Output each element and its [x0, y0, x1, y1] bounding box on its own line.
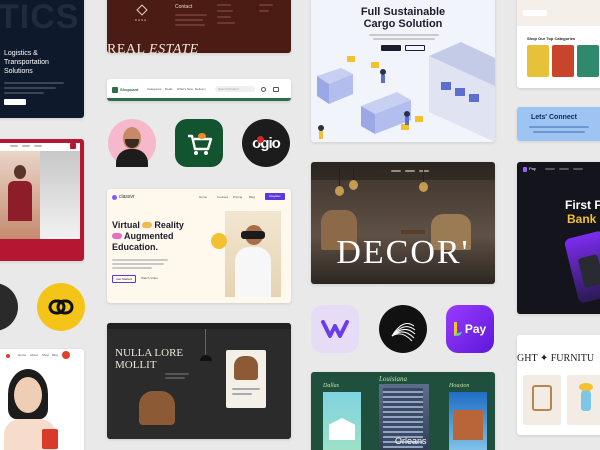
classvr-logo-icon: [112, 195, 117, 200]
portrait-cta-icon[interactable]: [62, 351, 70, 359]
kasa-logo-word: KASA: [135, 18, 148, 22]
vr-photo: [225, 211, 281, 297]
logistics-cta-button[interactable]: [4, 99, 26, 105]
edu-nav-blog[interactable]: Blog: [249, 195, 255, 199]
register-button[interactable]: Register: [265, 193, 285, 200]
shop-link-whats-new[interactable]: What's New: [177, 87, 193, 91]
pay-app-icon[interactable]: Pay: [446, 305, 494, 353]
chair-title-line1: NULLA LORE: [115, 347, 184, 359]
decor-card[interactable]: DECOR': [311, 162, 495, 284]
bank-title-line2: Bank: [567, 212, 597, 226]
chair-product-card[interactable]: [226, 350, 266, 408]
chair-card[interactable]: NULLA LORE MOLLIT: [107, 323, 291, 439]
bank-title-line1: First Fu: [565, 198, 600, 212]
pay-b-icon: [453, 322, 462, 336]
product-tile-vase[interactable]: [567, 375, 600, 425]
portrait-nav-shop[interactable]: Shop: [42, 353, 49, 357]
cart-icon[interactable]: [273, 87, 279, 92]
shell-logo-icon[interactable]: [379, 305, 427, 353]
pendant-lamp-icon: [419, 182, 428, 192]
categories-title: Shop Our Top Categories: [527, 36, 576, 41]
real-estate-card[interactable]: KASA Contact REAL ESTATE: [107, 0, 291, 53]
furniture-card[interactable]: GHT ✦ FURNITU: [517, 335, 600, 435]
portrait-nav-blog[interactable]: Blog: [52, 353, 58, 357]
product-tile-chair[interactable]: [523, 375, 561, 425]
armchair-image: [139, 391, 175, 425]
edu-title-b: Reality: [154, 220, 184, 230]
real-estate-title-a: REAL: [107, 42, 150, 53]
edu-title-a: Virtual: [112, 220, 143, 230]
portrait-nav-home[interactable]: Home: [18, 353, 26, 357]
edu-nav-pricing[interactable]: Pricing: [233, 195, 242, 199]
pendant-lamp-icon: [339, 168, 340, 188]
portrait-logo-icon: [6, 354, 10, 358]
pendant-lamp-icon: [349, 180, 358, 190]
watch-video-button[interactable]: Watch Video: [141, 276, 158, 280]
ogio-logo-text: ogio: [252, 134, 281, 152]
category-tile[interactable]: [527, 45, 549, 77]
city-houston: Houston: [449, 383, 470, 389]
edu-nav-home[interactable]: Home: [199, 195, 207, 199]
connect-card[interactable]: Lets' Connect: [517, 107, 600, 141]
furniture-title: GHT ✦ FURNITU: [517, 353, 595, 364]
pendant-lamp-icon: [205, 329, 206, 355]
chain-link-icon[interactable]: [37, 283, 85, 331]
education-vr-card[interactable]: classvr Home Courses Pricing Blog Regist…: [107, 189, 291, 303]
shopcard-logo-icon: [112, 87, 118, 93]
red-portfolio-card[interactable]: [0, 139, 84, 261]
category-tile[interactable]: [552, 45, 574, 77]
contact-label: Contact: [175, 4, 193, 10]
pay-icon-label: Pay: [464, 322, 487, 336]
architecture-card[interactable]: Dallas Louisiana Houston Orleans: [311, 372, 495, 450]
cargo-card[interactable]: Full Sustainable Cargo Solution: [311, 0, 495, 142]
shopcard-navbar[interactable]: Shopcard Categories Deals What's New Del…: [107, 79, 291, 101]
logistics-bg-word: TICS: [0, 0, 80, 36]
cargo-isometric-illustration: [317, 42, 495, 142]
shop-link-delivery[interactable]: Delivery: [195, 87, 206, 91]
profile-avatar[interactable]: [0, 283, 18, 331]
portrait-nav-about[interactable]: About: [30, 353, 38, 357]
city-dallas: Dallas: [323, 383, 340, 389]
logistics-card[interactable]: TICS Logistics & Transportation Solution…: [0, 0, 84, 118]
ogio-logo-icon[interactable]: ogio: [242, 119, 290, 167]
classvr-logo: classvr: [119, 194, 135, 200]
connect-title: Lets' Connect: [531, 114, 578, 121]
vr-headset-icon: [142, 222, 153, 228]
red-menu-button[interactable]: [70, 143, 76, 149]
shopcard-brand: Shopcard: [120, 87, 139, 92]
bank-logo-icon: [523, 167, 527, 172]
decor-heading: DECOR': [336, 234, 470, 271]
shop-link-categories[interactable]: Categories: [147, 87, 162, 91]
account-icon[interactable]: [261, 87, 266, 92]
category-tile[interactable]: [577, 45, 599, 77]
pendant-lamp-icon: [335, 186, 344, 196]
pendant-lamp-icon: [200, 355, 212, 361]
shop-search-input[interactable]: Search Product: [215, 86, 255, 92]
kasa-logo-icon: [136, 4, 148, 16]
bank-card[interactable]: Pay First Fu Bank: [517, 162, 600, 314]
shop-link-deals[interactable]: Deals: [165, 87, 173, 91]
logistics-title: Logistics & Transportation Solutions: [4, 50, 49, 75]
real-estate-title-b: ESTATE: [149, 42, 199, 53]
student-photo: [0, 151, 40, 239]
edu-title-c: Augmented: [124, 231, 174, 241]
edu-nav-courses[interactable]: Courses: [217, 195, 228, 199]
arrow-icon: [112, 233, 122, 239]
edu-title-d: Education.: [112, 242, 159, 252]
get-started-button[interactable]: Get Started: [112, 275, 136, 283]
woman-photo: [0, 363, 68, 450]
bank-brand: Pay: [529, 166, 536, 171]
city-orleans: Orleans: [395, 436, 427, 446]
portrait-card[interactable]: Home About Shop Blog: [0, 349, 84, 450]
v-logo-icon[interactable]: [311, 305, 359, 353]
cart-logo-icon[interactable]: [175, 119, 223, 167]
chair-title-line2: MOLLIT: [115, 359, 157, 371]
city-louisiana: Louisiana: [379, 375, 408, 383]
categories-card[interactable]: Shop Our Top Categories: [517, 0, 600, 88]
avatar[interactable]: [108, 119, 156, 167]
